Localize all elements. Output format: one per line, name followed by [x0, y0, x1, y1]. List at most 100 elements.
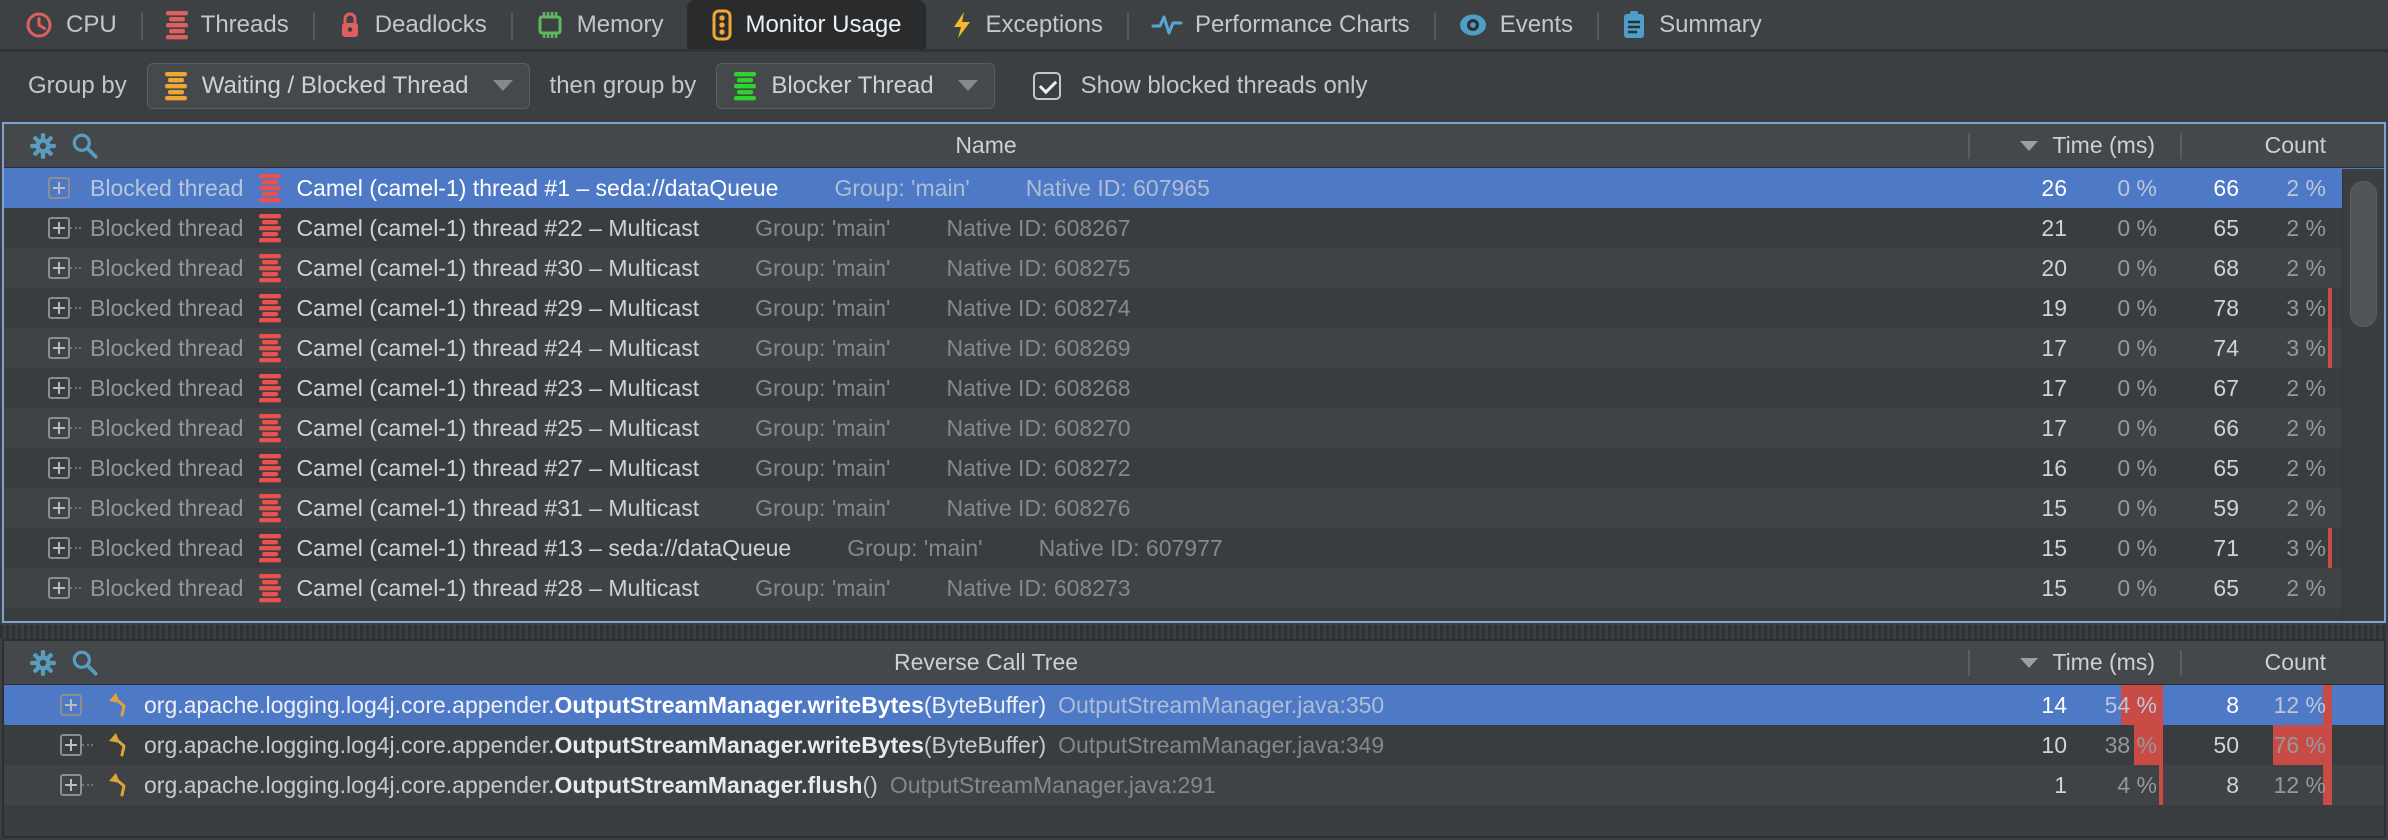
thread-name: Camel (camel-1) thread #24 – Multicast — [296, 335, 699, 362]
then-group-by-dropdown[interactable]: Blocker Thread — [716, 63, 994, 109]
tab-threads[interactable]: Threads — [141, 0, 313, 49]
tab-performance-charts[interactable]: Performance Charts — [1127, 0, 1434, 49]
name-column-header[interactable]: Name — [955, 132, 1016, 158]
time-value: 20 — [1972, 255, 2067, 282]
threads-table-body: Blocked thread Camel (camel-1) thread #1… — [4, 168, 2384, 608]
blocked-thread-label: Blocked thread — [90, 255, 243, 282]
tab-memory[interactable]: Memory — [511, 0, 688, 49]
time-cell: 17 0 % — [1972, 408, 2182, 448]
time-percent: 0 % — [2117, 335, 2157, 362]
thread-name: Camel (camel-1) thread #1 – seda://dataQ… — [296, 175, 778, 202]
thread-group: Group: 'main' — [755, 455, 890, 482]
count-percent: 2 % — [2286, 215, 2326, 242]
tree-guide — [70, 427, 81, 429]
grouping-toolbar: Group by Waiting / Blocked Thread then g… — [0, 52, 2388, 119]
count-value: 71 — [2182, 535, 2239, 562]
tab-events[interactable]: Events — [1434, 0, 1597, 49]
thread-row[interactable]: Blocked thread Camel (camel-1) thread #2… — [4, 288, 2384, 328]
thread-row[interactable]: Blocked thread Camel (camel-1) thread #2… — [4, 368, 2384, 408]
call-tree-row[interactable]: org.apache.logging.log4j.core.appender.O… — [4, 725, 2384, 765]
expand-icon[interactable] — [48, 417, 70, 439]
blocked-thread-label: Blocked thread — [90, 575, 243, 602]
count-percent-bar — [2328, 288, 2332, 328]
thread-icon — [258, 533, 282, 563]
time-value: 17 — [1972, 415, 2067, 442]
thread-row[interactable]: Blocked thread Camel (camel-1) thread #2… — [4, 408, 2384, 448]
count-cell: 8 12 % — [2182, 765, 2384, 805]
blocked-thread-label: Blocked thread — [90, 375, 243, 402]
expand-icon[interactable] — [48, 537, 70, 559]
search-icon[interactable] — [70, 131, 100, 161]
thread-row[interactable]: Blocked thread Camel (camel-1) thread #1… — [4, 168, 2384, 208]
source-location: OutputStreamManager.java:291 — [890, 772, 1216, 799]
tree-guide — [70, 227, 81, 229]
expand-icon[interactable] — [48, 497, 70, 519]
time-value: 10 — [1972, 732, 2067, 759]
expand-icon[interactable] — [48, 297, 70, 319]
count-column-header[interactable]: Count — [2182, 649, 2384, 676]
call-tree-row[interactable]: org.apache.logging.log4j.core.appender.O… — [4, 685, 2384, 725]
count-value: 50 — [2182, 732, 2239, 759]
scrollbar-thumb[interactable] — [2350, 181, 2377, 327]
expand-icon[interactable] — [60, 774, 82, 796]
time-value: 15 — [1972, 495, 2067, 522]
tab-monitor-usage[interactable]: Monitor Usage — [687, 0, 925, 49]
time-column-header[interactable]: Time (ms) — [1970, 649, 2180, 676]
time-value: 15 — [1972, 535, 2067, 562]
thread-row[interactable]: Blocked thread Camel (camel-1) thread #2… — [4, 208, 2384, 248]
time-cell: 14 54 % — [1972, 685, 2182, 725]
search-icon[interactable] — [70, 648, 100, 678]
method-args: (ByteBuffer) — [924, 732, 1046, 759]
group-by-label: Group by — [28, 72, 127, 100]
gear-icon[interactable] — [28, 131, 58, 161]
tab-cpu[interactable]: CPU — [0, 0, 141, 49]
expand-icon[interactable] — [48, 337, 70, 359]
show-blocked-threads-checkbox[interactable] — [1033, 72, 1061, 100]
expand-icon[interactable] — [48, 217, 70, 239]
group-by-dropdown[interactable]: Waiting / Blocked Thread — [147, 63, 530, 109]
count-cell: 50 76 % — [2182, 725, 2384, 765]
thread-row[interactable]: Blocked thread Camel (camel-1) thread #2… — [4, 328, 2384, 368]
tab-label: Threads — [201, 11, 289, 39]
tab-summary[interactable]: Summary — [1597, 0, 1786, 49]
expand-icon[interactable] — [48, 257, 70, 279]
time-column-header[interactable]: Time (ms) — [1970, 132, 2180, 159]
time-cell: 1 4 % — [1972, 765, 2182, 805]
thread-name: Camel (camel-1) thread #23 – Multicast — [296, 375, 699, 402]
tree-guide — [70, 467, 81, 469]
source-location: OutputStreamManager.java:349 — [1058, 732, 1384, 759]
time-value: 17 — [1972, 335, 2067, 362]
time-percent: 54 % — [2105, 692, 2157, 719]
thread-row[interactable]: Blocked thread Camel (camel-1) thread #3… — [4, 488, 2384, 528]
count-percent: 3 % — [2286, 295, 2326, 322]
expand-icon[interactable] — [60, 694, 82, 716]
gear-icon[interactable] — [28, 648, 58, 678]
thread-native-id: Native ID: 607977 — [1039, 535, 1223, 562]
thread-name: Camel (camel-1) thread #27 – Multicast — [296, 455, 699, 482]
thread-row[interactable]: Blocked thread Camel (camel-1) thread #3… — [4, 248, 2384, 288]
thread-native-id: Native ID: 608268 — [946, 375, 1130, 402]
expand-icon[interactable] — [48, 577, 70, 599]
time-cell: 19 0 % — [1972, 288, 2182, 328]
call-tree-title: Reverse Call Tree — [894, 649, 1078, 675]
expand-icon[interactable] — [60, 734, 82, 756]
expand-icon[interactable] — [48, 377, 70, 399]
thread-name: Camel (camel-1) thread #31 – Multicast — [296, 495, 699, 522]
count-value: 65 — [2182, 575, 2239, 602]
thread-row[interactable]: Blocked thread Camel (camel-1) thread #1… — [4, 528, 2384, 568]
count-column-header[interactable]: Count — [2182, 132, 2384, 159]
panel-splitter[interactable] — [0, 625, 2388, 639]
thread-row[interactable]: Blocked thread Camel (camel-1) thread #2… — [4, 568, 2384, 608]
expand-icon[interactable] — [48, 177, 70, 199]
method-args: () — [862, 772, 877, 799]
thread-row[interactable]: Blocked thread Camel (camel-1) thread #2… — [4, 448, 2384, 488]
expand-icon[interactable] — [48, 457, 70, 479]
vertical-scrollbar[interactable] — [2342, 169, 2384, 621]
tab-deadlocks[interactable]: Deadlocks — [313, 0, 511, 49]
thread-native-id: Native ID: 608267 — [946, 215, 1130, 242]
thread-native-id: Native ID: 608274 — [946, 295, 1130, 322]
tab-exceptions[interactable]: Exceptions — [926, 0, 1127, 49]
time-percent-bar — [2159, 765, 2163, 805]
thread-native-id: Native ID: 608269 — [946, 335, 1130, 362]
call-tree-row[interactable]: org.apache.logging.log4j.core.appender.O… — [4, 765, 2384, 805]
